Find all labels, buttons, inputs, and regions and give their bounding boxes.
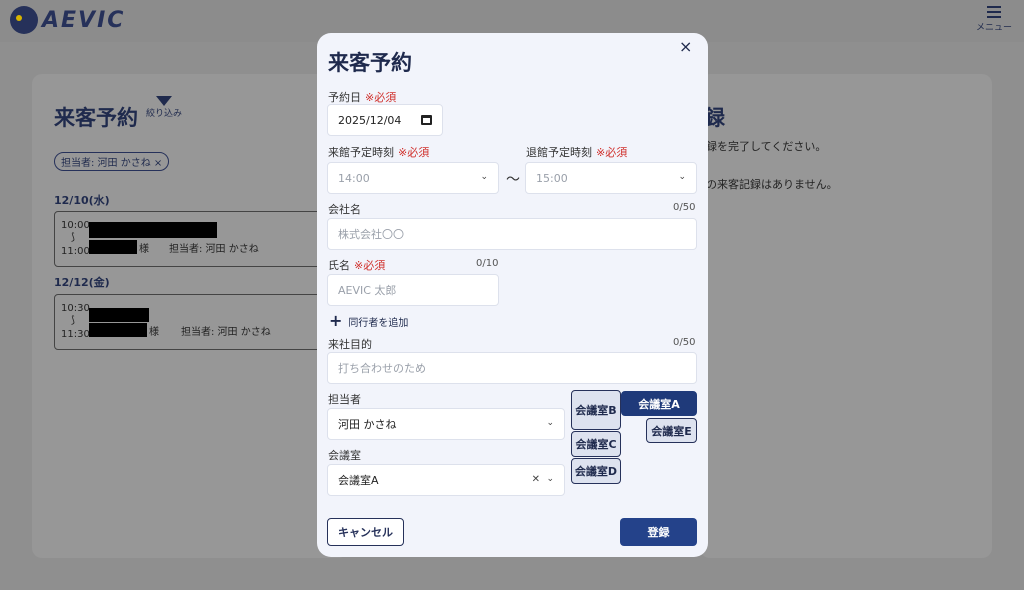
start-time: 10:00: [61, 220, 90, 231]
time-separator: ⟆: [71, 232, 75, 243]
schedule-date: 12/10(水): [54, 194, 110, 207]
dialog-title: 来客予約: [328, 51, 412, 75]
logo-text: AEVIC: [42, 7, 126, 33]
purpose-placeholder: 打ち合わせのため: [338, 362, 426, 375]
required-mark: ※必須: [398, 146, 430, 159]
schedule-date: 12/12(金): [54, 276, 110, 289]
range-separator: 〜: [506, 172, 520, 188]
reservation-card[interactable]: 10:30 ⟆ 11:30 様 担当者: 河田 かさね: [54, 294, 334, 350]
end-time: 11:30: [61, 329, 90, 340]
arrival-time-label: 来館予定時刻 ※必須: [328, 144, 429, 160]
reservation-card[interactable]: 10:00 ⟆ 11:00 様 担当者: 河田 かさね: [54, 211, 334, 267]
time-separator: ⟆: [71, 315, 75, 326]
visit-record-panel: 録 録を完了してください。 の来客記録はありません。: [700, 74, 992, 558]
filter-chip[interactable]: 担当者: 河田 かさね ×: [54, 152, 170, 171]
name-label: 氏名 ※必須: [328, 257, 385, 273]
add-companion-label: 同行者を追加: [348, 317, 409, 329]
arrival-time-select[interactable]: 14:00 ⌄: [327, 162, 499, 194]
staff-label: 担当者: 河田 かさね: [169, 244, 259, 255]
panel-title: 来客予約: [54, 106, 138, 130]
redacted-company: [89, 308, 149, 322]
staff-label: 担当者: [328, 393, 361, 406]
redacted-name: [89, 323, 147, 337]
logo[interactable]: AEVIC: [10, 6, 125, 34]
honorific: 様: [149, 327, 159, 338]
honorific: 様: [139, 244, 149, 255]
filter-button[interactable]: 絞り込み: [146, 96, 182, 119]
room-d-button[interactable]: 会議室D: [571, 458, 621, 484]
company-label: 会社名: [328, 203, 361, 216]
filter-icon: [156, 96, 172, 106]
reservation-list-panel: 来客予約 絞り込み 担当者: 河田 かさね × 12/10(水) 10:00 ⟆…: [32, 74, 348, 558]
departure-time-label: 退館予定時刻 ※必須: [526, 144, 627, 160]
redacted-name: [89, 240, 137, 254]
menu-button[interactable]: メニュー: [974, 6, 1014, 33]
staff-label: 担当者: 河田 かさね: [181, 327, 271, 338]
departure-label-text: 退館予定時刻: [526, 146, 592, 159]
name-input[interactable]: AEVIC 太郎: [327, 274, 499, 306]
clear-icon[interactable]: ✕: [532, 474, 540, 485]
room-a-button[interactable]: 会議室A: [621, 391, 697, 416]
company-counter: 0/50: [673, 202, 696, 213]
submit-button[interactable]: 登録: [620, 518, 697, 546]
name-counter: 0/10: [476, 258, 499, 269]
date-label: 予約日 ※必須: [328, 89, 396, 105]
start-time: 10:30: [61, 303, 90, 314]
date-value: 2025/12/04: [338, 113, 402, 127]
company-input[interactable]: 株式会社〇〇: [327, 218, 697, 250]
room-c-button[interactable]: 会議室C: [571, 431, 621, 457]
reservation-dialog: × 来客予約 予約日 ※必須 2025/12/04 来館予定時刻 ※必須 14:00…: [317, 33, 708, 557]
plus-icon: +: [329, 311, 343, 330]
arrival-label-text: 来館予定時刻: [328, 146, 394, 159]
date-input[interactable]: 2025/12/04: [327, 104, 443, 136]
filter-label: 絞り込み: [146, 109, 183, 119]
chevron-down-icon: ⌄: [546, 418, 554, 428]
instruction-text: 録を完了してください。: [706, 140, 827, 153]
hamburger-icon: [987, 6, 1001, 18]
required-mark: ※必須: [365, 91, 397, 104]
cancel-button[interactable]: キャンセル: [327, 518, 404, 546]
staff-select[interactable]: 河田 かさね ⌄: [327, 408, 565, 440]
logo-mark-icon: [10, 6, 38, 34]
end-time: 11:00: [61, 246, 90, 257]
staff-value: 河田 かさね: [338, 418, 397, 431]
menu-label: メニュー: [975, 23, 1012, 33]
required-mark: ※必須: [596, 146, 628, 159]
close-icon[interactable]: ×: [679, 37, 692, 56]
room-label: 会議室: [328, 449, 361, 462]
add-companion-button[interactable]: + 同行者を追加: [329, 313, 408, 329]
calendar-icon[interactable]: [421, 115, 432, 125]
room-select[interactable]: 会議室A ✕ ⌄: [327, 464, 565, 496]
chevron-down-icon: ⌄: [678, 172, 686, 182]
empty-message: の来客記録はありません。: [706, 178, 838, 191]
redacted-company: [89, 222, 217, 238]
purpose-input[interactable]: 打ち合わせのため: [327, 352, 697, 384]
name-label-text: 氏名: [328, 259, 350, 272]
arrival-placeholder: 14:00: [338, 171, 370, 185]
date-label-text: 予約日: [328, 91, 361, 104]
room-b-button[interactable]: 会議室B: [571, 390, 621, 430]
departure-placeholder: 15:00: [536, 171, 568, 185]
chevron-down-icon: ⌄: [480, 172, 488, 182]
name-placeholder: AEVIC 太郎: [338, 284, 397, 297]
chevron-down-icon: ⌄: [546, 474, 554, 484]
room-e-button[interactable]: 会議室E: [646, 418, 697, 443]
purpose-label: 来社目的: [328, 338, 372, 351]
required-mark: ※必須: [354, 259, 386, 272]
company-placeholder: 株式会社〇〇: [338, 228, 404, 241]
room-value: 会議室A: [338, 474, 379, 487]
purpose-counter: 0/50: [673, 337, 696, 348]
departure-time-select[interactable]: 15:00 ⌄: [525, 162, 697, 194]
